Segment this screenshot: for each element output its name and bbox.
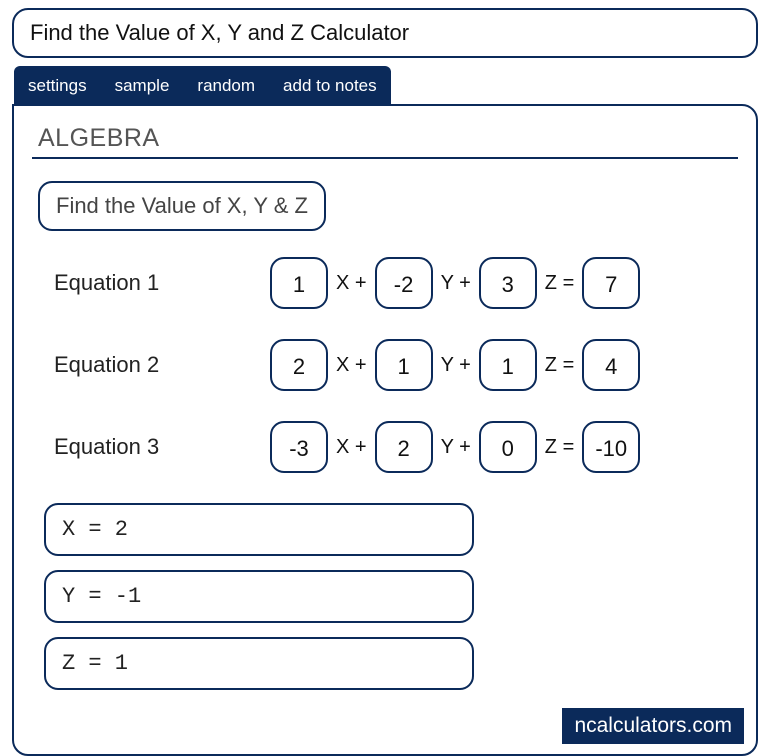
main-panel: ALGEBRA Find the Value of X, Y & Z Equat… bbox=[12, 104, 758, 756]
page-title: Find the Value of X, Y and Z Calculator bbox=[12, 8, 758, 58]
eq2-coef-z[interactable] bbox=[479, 339, 537, 391]
tab-sample[interactable]: sample bbox=[115, 76, 170, 96]
equation-row-1: Equation 1 X + Y + Z = bbox=[54, 257, 742, 309]
calculator-subtitle: Find the Value of X, Y & Z bbox=[38, 181, 326, 231]
tab-random[interactable]: random bbox=[197, 76, 255, 96]
result-x: X = 2 bbox=[44, 503, 474, 556]
symbol-x-plus: X + bbox=[334, 436, 369, 459]
result-y: Y = -1 bbox=[44, 570, 474, 623]
eq1-coef-y[interactable] bbox=[375, 257, 433, 309]
section-label: ALGEBRA bbox=[32, 124, 738, 159]
eq3-coef-x[interactable] bbox=[270, 421, 328, 473]
brand-badge: ncalculators.com bbox=[562, 708, 744, 744]
results-block: X = 2 Y = -1 Z = 1 bbox=[44, 503, 742, 690]
symbol-z-eq: Z = bbox=[543, 354, 576, 377]
equation-3-label: Equation 3 bbox=[54, 434, 264, 460]
eq3-coef-z[interactable] bbox=[479, 421, 537, 473]
symbol-y-plus: Y + bbox=[439, 272, 473, 295]
equation-1-label: Equation 1 bbox=[54, 270, 264, 296]
eq3-coef-y[interactable] bbox=[375, 421, 433, 473]
equation-row-3: Equation 3 X + Y + Z = bbox=[54, 421, 742, 473]
tab-bar: settings sample random add to notes bbox=[14, 66, 391, 106]
result-z: Z = 1 bbox=[44, 637, 474, 690]
equation-2-label: Equation 2 bbox=[54, 352, 264, 378]
symbol-z-eq: Z = bbox=[543, 272, 576, 295]
eq1-coef-z[interactable] bbox=[479, 257, 537, 309]
eq2-coef-y[interactable] bbox=[375, 339, 433, 391]
eq2-constant[interactable] bbox=[582, 339, 640, 391]
tab-settings[interactable]: settings bbox=[28, 76, 87, 96]
eq1-constant[interactable] bbox=[582, 257, 640, 309]
eq2-coef-x[interactable] bbox=[270, 339, 328, 391]
eq3-constant[interactable] bbox=[582, 421, 640, 473]
symbol-y-plus: Y + bbox=[439, 354, 473, 377]
equation-block: Equation 1 X + Y + Z = Equation 2 X + Y … bbox=[54, 257, 742, 473]
tab-add-to-notes[interactable]: add to notes bbox=[283, 76, 377, 96]
symbol-z-eq: Z = bbox=[543, 436, 576, 459]
symbol-y-plus: Y + bbox=[439, 436, 473, 459]
symbol-x-plus: X + bbox=[334, 354, 369, 377]
eq1-coef-x[interactable] bbox=[270, 257, 328, 309]
equation-row-2: Equation 2 X + Y + Z = bbox=[54, 339, 742, 391]
symbol-x-plus: X + bbox=[334, 272, 369, 295]
